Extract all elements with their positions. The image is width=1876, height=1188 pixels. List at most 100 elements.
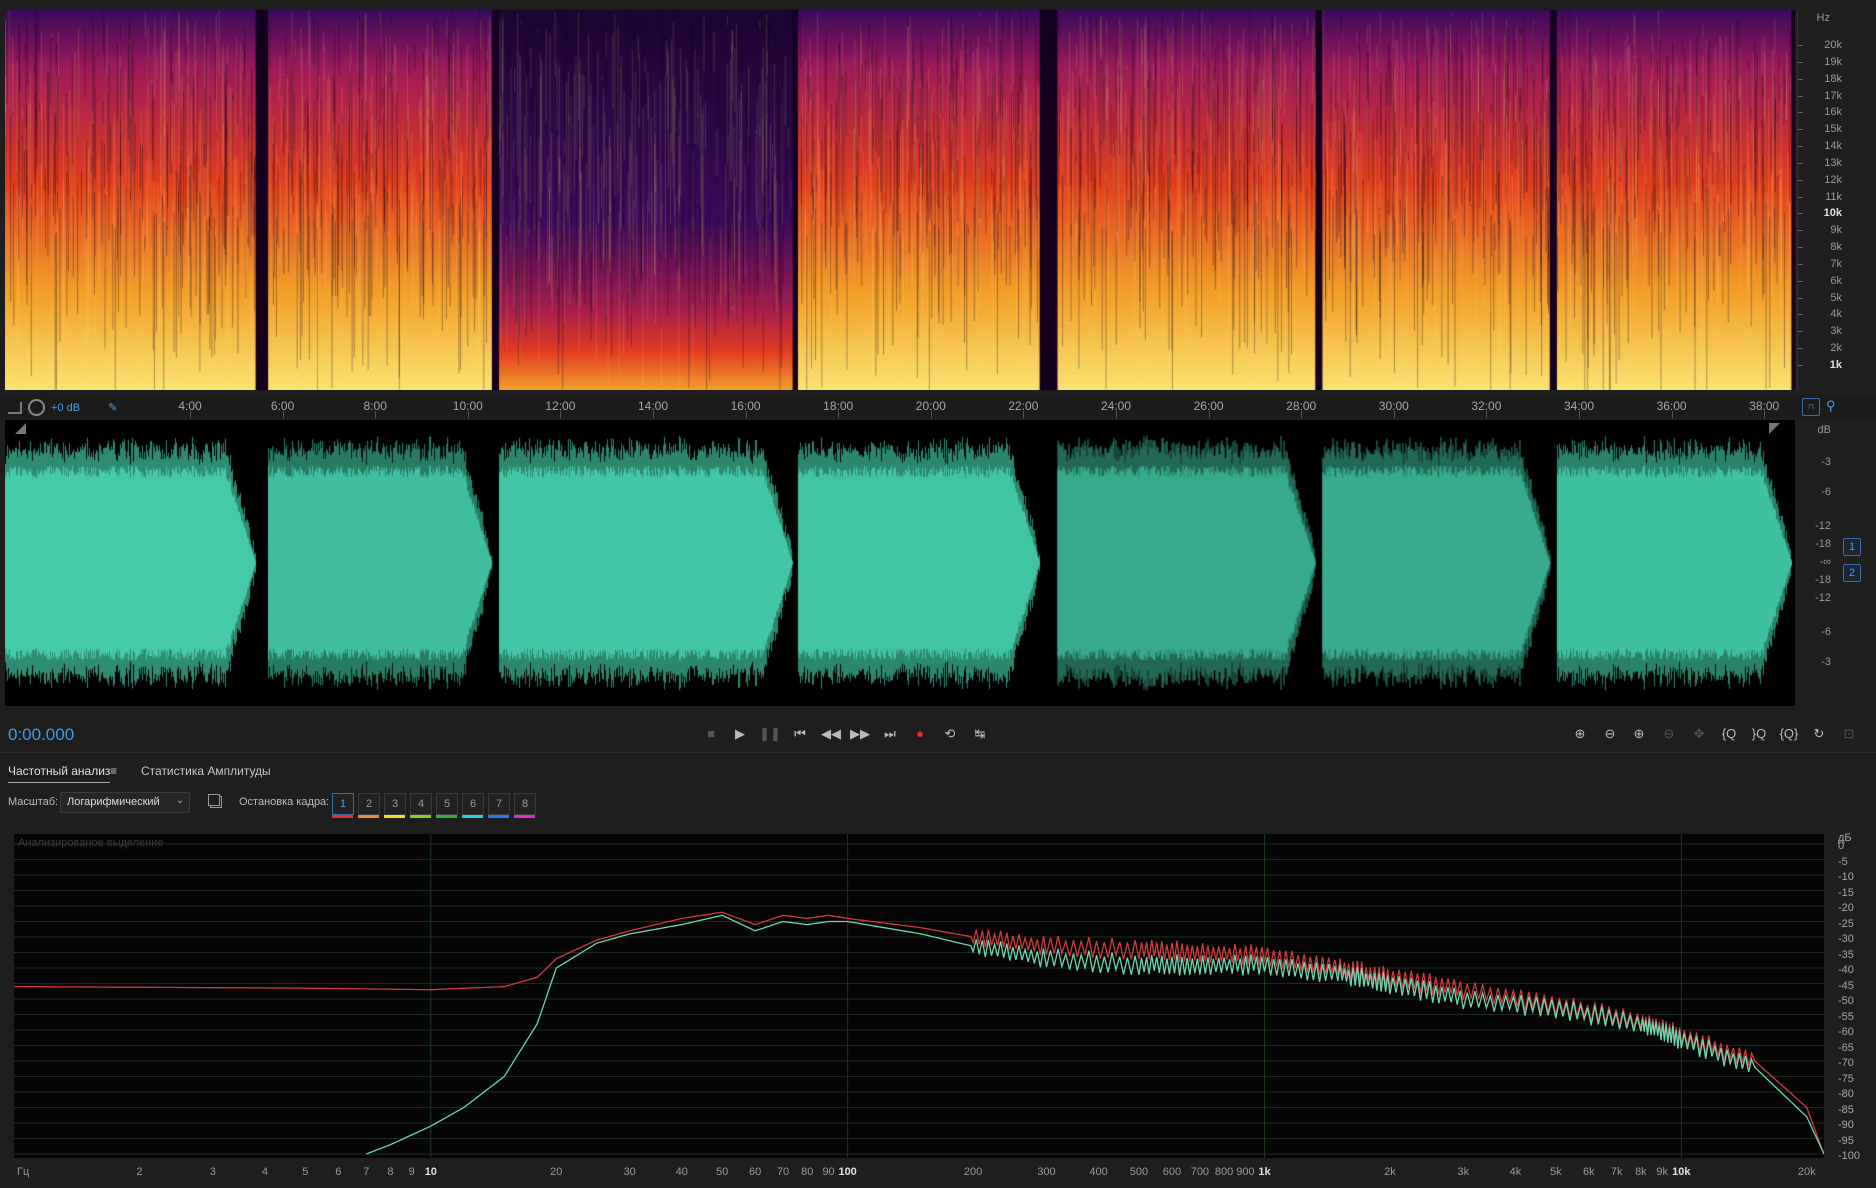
scale-dropdown[interactable]: Логарифмический ⌄ — [60, 792, 190, 813]
freeze-frame-4-button[interactable]: 4 — [410, 793, 432, 815]
transport-bar — [0, 716, 1876, 753]
hz-scale-label: 2k — [1830, 342, 1842, 355]
zoom-in-time-icon[interactable]: ⊕ — [1628, 724, 1650, 744]
hz-scale-label: 3k — [1830, 325, 1842, 338]
zoom-in-amplitude-icon[interactable]: ⊕ — [1569, 724, 1591, 744]
record-button[interactable]: ● — [909, 724, 931, 744]
frequency-axis-label: 9k — [1656, 1166, 1668, 1178]
frequency-axis-label: 60 — [749, 1166, 762, 1178]
gain-value[interactable]: +0 dB — [51, 402, 80, 414]
time-tick — [1023, 411, 1025, 418]
frequency-axis-label: 20 — [550, 1166, 563, 1178]
current-time-display[interactable]: 0:00.000 — [8, 725, 74, 745]
hz-scale-tick — [1798, 95, 1803, 97]
zoom-out-time-icon[interactable]: ⊖ — [1658, 724, 1680, 744]
frequency-axis-label: 900 — [1236, 1166, 1255, 1178]
skip-selection-button[interactable]: ↹ — [969, 724, 991, 744]
freeze-frame-7-button[interactable]: 7 — [488, 793, 510, 815]
time-tick — [653, 411, 654, 418]
channel-2-toggle[interactable]: 2 — [1843, 564, 1861, 582]
go-to-end-button[interactable]: ⏭ — [879, 724, 901, 744]
spectral-frequency-scale: Hz 20k 19k 18k 17k 16k 15k 14k 13k 12k 11k 10k 9k 8k… — [1797, 10, 1868, 390]
hz-scale-tick — [1798, 247, 1803, 249]
frequency-axis-label: 10 — [424, 1166, 437, 1178]
hz-scale-tick — [1798, 230, 1803, 232]
hz-scale-label: 15k — [1824, 123, 1842, 136]
chevron-down-icon: ⌄ — [175, 795, 184, 806]
freeze-frame-3-button[interactable]: 3 — [384, 793, 406, 815]
play-button[interactable]: ▶ — [729, 724, 751, 744]
frequency-axis-label: 400 — [1089, 1166, 1108, 1178]
rewind-button[interactable]: ◀◀ — [820, 724, 842, 744]
db-scale-label: -6 — [1821, 626, 1831, 638]
zoom-in-point-icon[interactable]: {Q — [1718, 724, 1740, 744]
channel-1-toggle[interactable]: 1 — [1843, 538, 1861, 556]
scale-label: Масштаб: — [8, 796, 59, 808]
db-axis-label: -60 — [1838, 1026, 1854, 1038]
freeze-frame-color-bar — [384, 815, 405, 818]
frequency-analysis-graph[interactable]: Анализированое выделение — [14, 834, 1824, 1158]
db-axis-label: -20 — [1838, 902, 1854, 914]
freeze-frame-2-button[interactable]: 2 — [358, 793, 380, 815]
frequency-axis-label: 500 — [1129, 1166, 1149, 1178]
db-axis-label: -50 — [1838, 995, 1854, 1007]
db-axis-label: -10 — [1838, 871, 1854, 883]
time-tick — [1301, 411, 1303, 418]
tab-menu-icon[interactable]: ≡ — [110, 764, 117, 778]
db-axis-label: -45 — [1838, 979, 1854, 992]
fast-forward-button[interactable]: ▶▶ — [849, 724, 871, 744]
spectral-frequency-display[interactable] — [5, 10, 1795, 390]
db-axis-label: -90 — [1838, 1119, 1854, 1131]
frequency-axis-label: 9 — [408, 1166, 415, 1178]
zoom-fit-icon[interactable]: ⊡ — [1838, 724, 1860, 744]
frequency-axis-label: 50 — [716, 1166, 729, 1178]
zoom-out-point-icon[interactable]: }Q — [1748, 724, 1770, 744]
copy-icon[interactable] — [208, 794, 220, 806]
freeze-frame-5-button[interactable]: 5 — [436, 793, 458, 815]
frequency-axis-label: 70 — [776, 1166, 790, 1178]
time-tick — [838, 411, 840, 418]
time-tick — [1208, 411, 1210, 418]
hz-scale-label: 18k — [1824, 72, 1842, 85]
frequency-axis-label: 8k — [1635, 1166, 1647, 1178]
freeze-frame-label: Остановка кадра: — [239, 796, 330, 808]
waveform-display[interactable] — [5, 420, 1795, 706]
freeze-frame-6-button[interactable]: 6 — [462, 793, 484, 815]
reset-zoom-icon[interactable]: ↻ — [1808, 724, 1830, 744]
tab-amplitude-statistics[interactable]: Статистика Амплитуды — [141, 764, 271, 778]
gain-control[interactable]: +0 dB ✎ — [8, 399, 117, 416]
timeline-ruler[interactable]: 4:00 6:00 8:00 10:00 12:00 14:00 16:00 18:00 20:… — [0, 394, 1876, 418]
hz-scale-tick — [1798, 196, 1803, 198]
level-meter-icon — [8, 401, 22, 414]
stop-button[interactable]: ■ — [700, 724, 722, 744]
tab-frequency-analysis[interactable]: Частотный анализ — [8, 764, 111, 783]
pause-button[interactable]: ❚❚ — [759, 724, 781, 744]
frequency-axis-label: 30 — [623, 1166, 636, 1178]
frequency-axis-label: 6k — [1582, 1166, 1595, 1178]
time-tick — [375, 411, 377, 418]
hz-scale-tick — [1798, 179, 1803, 181]
time-tick — [1486, 411, 1488, 418]
hz-scale-label: 17k — [1824, 89, 1842, 102]
pin-icon[interactable]: ✎ — [108, 401, 117, 414]
headphones-icon[interactable]: ∩ — [1802, 398, 1820, 416]
gain-knob-icon[interactable] — [28, 399, 45, 416]
db-axis-label: -5 — [1838, 855, 1848, 868]
go-to-start-button[interactable]: ⏮ — [789, 724, 811, 744]
freeze-frame-1-button[interactable]: 1 — [332, 793, 354, 815]
freeze-frame-color-bar — [332, 815, 353, 818]
loop-playback-button[interactable]: ⟲ — [939, 724, 961, 744]
db-scale-label: -18 — [1815, 574, 1831, 586]
time-tick — [1579, 411, 1580, 418]
frequency-axis-label: 5k — [1549, 1166, 1562, 1178]
hz-scale-label: 6k — [1830, 274, 1842, 287]
hz-scale-label: 14k — [1824, 140, 1842, 153]
frequency-axis-label: 100 — [838, 1166, 857, 1178]
zoom-out-amplitude-icon[interactable]: ⊖ — [1599, 724, 1621, 744]
zoom-selection-icon[interactable]: ✥ — [1688, 724, 1710, 744]
freeze-frame-color-bar — [436, 815, 457, 818]
marker-icon[interactable]: ⚲ — [1826, 398, 1836, 414]
zoom-full-icon[interactable]: {Q} — [1778, 724, 1800, 744]
frequency-axis-label: 300 — [1037, 1166, 1056, 1178]
freeze-frame-8-button[interactable]: 8 — [514, 793, 536, 815]
